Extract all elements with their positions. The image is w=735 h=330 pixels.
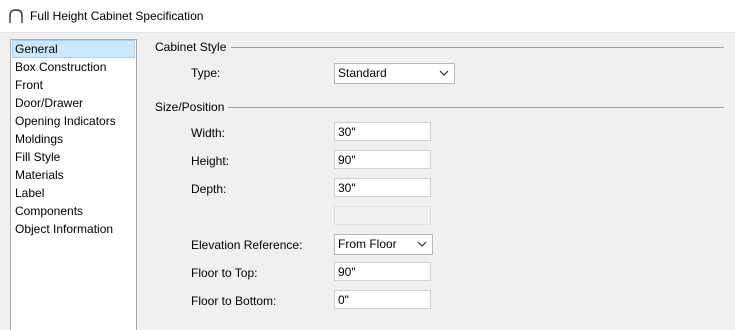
type-label: Type: (191, 66, 221, 80)
nav-item-components[interactable]: Components (12, 202, 135, 220)
cabinet-style-group-title: Cabinet Style (155, 40, 227, 54)
chevron-down-icon (417, 241, 427, 247)
elevation-reference-label: Elevation Reference: (191, 238, 303, 252)
title-bar: Full Height Cabinet Specification (0, 0, 735, 33)
disabled-field (334, 206, 431, 225)
type-select[interactable]: Standard (334, 63, 455, 84)
nav-item-box-construction[interactable]: Box Construction (12, 58, 135, 76)
floor-to-bottom-label: Floor to Bottom: (191, 294, 277, 308)
depth-field[interactable] (334, 178, 431, 197)
size-position-group-title: Size/Position (155, 100, 225, 114)
nav-item-object-information[interactable]: Object Information (12, 220, 135, 238)
size-position-divider (228, 107, 724, 108)
floor-to-top-field[interactable] (334, 262, 431, 281)
window-title: Full Height Cabinet Specification (30, 9, 204, 23)
height-label: Height: (191, 154, 230, 168)
floor-to-bottom-field[interactable] (334, 290, 431, 309)
nav-item-fill-style[interactable]: Fill Style (12, 148, 135, 166)
nav-item-door-drawer[interactable]: Door/Drawer (12, 94, 135, 112)
nav-item-front[interactable]: Front (12, 76, 135, 94)
nav-item-moldings[interactable]: Moldings (12, 130, 135, 148)
arch-icon (9, 9, 23, 23)
height-field[interactable] (334, 150, 431, 169)
depth-label: Depth: (191, 182, 227, 196)
elevation-reference-select[interactable]: From Floor (334, 234, 433, 255)
chevron-down-icon (439, 70, 449, 76)
type-select-value: Standard (338, 66, 387, 80)
floor-to-top-label: Floor to Top: (191, 266, 258, 280)
nav-item-opening-indicators[interactable]: Opening Indicators (12, 112, 135, 130)
cabinet-style-divider (231, 47, 724, 48)
elevation-reference-value: From Floor (338, 237, 397, 251)
nav-item-general[interactable]: General (12, 40, 135, 58)
nav-item-materials[interactable]: Materials (12, 166, 135, 184)
nav-item-label[interactable]: Label (12, 184, 135, 202)
width-label: Width: (191, 126, 226, 140)
width-field[interactable] (334, 122, 431, 141)
category-list[interactable]: General Box Construction Front Door/Draw… (10, 39, 137, 330)
